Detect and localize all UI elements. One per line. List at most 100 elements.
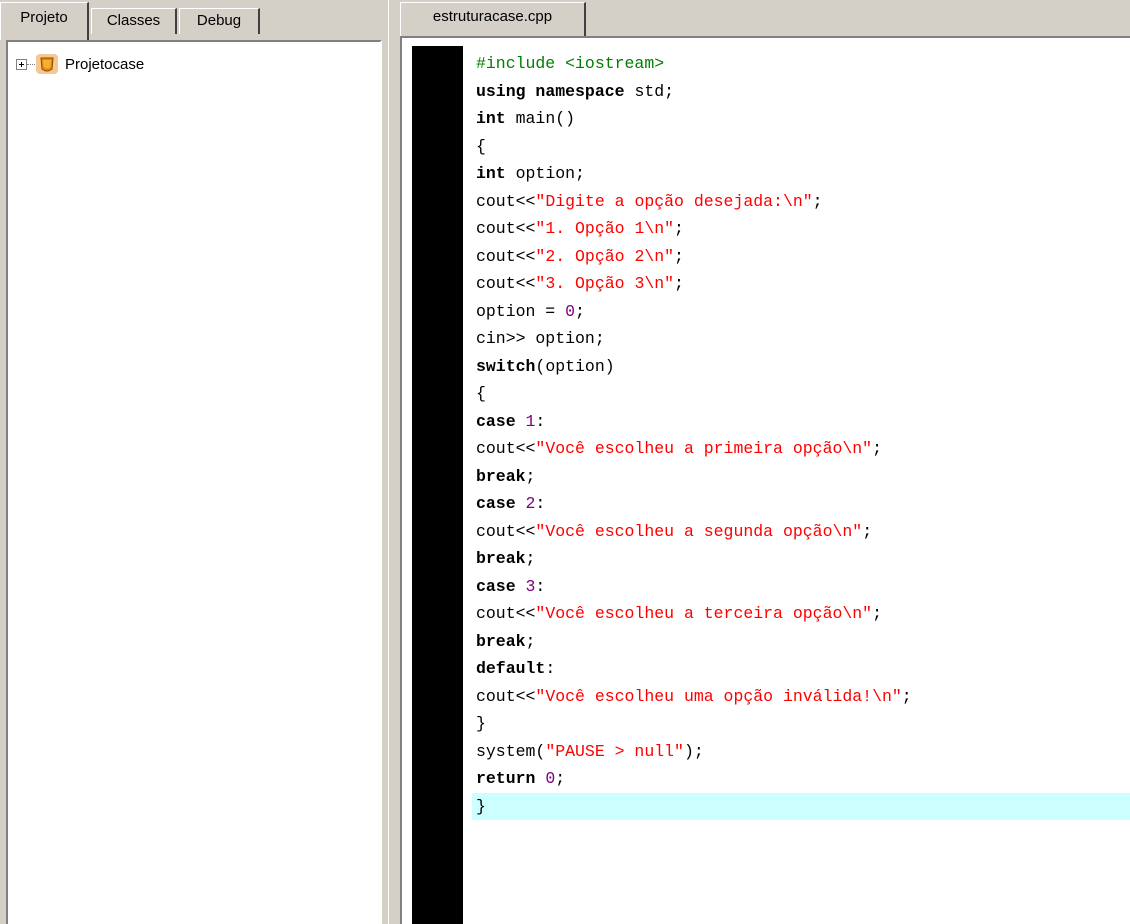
tab-debug[interactable]: Debug — [179, 8, 260, 34]
code-token: ; — [525, 549, 536, 568]
code-token: cout<< — [476, 274, 536, 293]
code-token: } — [476, 796, 486, 816]
tab-projeto[interactable]: Projeto — [0, 2, 89, 40]
code-line[interactable]: cout<<"Você escolheu a terceira opção\n"… — [472, 600, 1130, 628]
code-token: cout<< — [476, 191, 536, 211]
code-token: option = — [476, 301, 566, 321]
project-panel: Projeto Classes Debug Projetocase — [0, 0, 388, 924]
tree-node-label: Projetocase — [65, 55, 145, 73]
code-line[interactable]: int main() — [472, 105, 1130, 133]
code-token: ; — [674, 246, 684, 266]
code-token: ; — [872, 439, 882, 458]
code-line[interactable]: cin>> option; — [472, 325, 1130, 353]
code-line[interactable]: return 0; — [472, 765, 1130, 793]
code-token: : — [535, 411, 546, 431]
tab-classes[interactable]: Classes — [91, 8, 177, 34]
code-line[interactable]: cout<<"1. Opção 1\n"; — [472, 215, 1130, 243]
code-token: "1. Opção 1\n" — [535, 219, 675, 238]
code-token: : — [535, 576, 546, 596]
code-token: case — [476, 411, 516, 431]
code-line[interactable]: case 3: — [472, 573, 1130, 601]
code-token: ; — [674, 219, 684, 238]
code-token: "Você escolheu a primeira opção\n" — [535, 439, 873, 458]
editor-area: estruturacase.cpp #include <iostream> usi… — [398, 0, 1130, 924]
code-token: std; — [624, 81, 675, 101]
editor-gutter[interactable] — [412, 46, 463, 924]
code-token: "Você escolheu a terceira opção\n" — [535, 604, 873, 623]
code-token: ; — [872, 604, 882, 623]
plus-expander-icon[interactable] — [16, 58, 27, 70]
code-line[interactable]: case 1: — [472, 408, 1130, 436]
code-token: ; — [525, 631, 536, 651]
code-token: ; — [862, 521, 873, 541]
code-token: #include <iostream> — [476, 54, 665, 73]
code-line[interactable]: } — [472, 710, 1130, 738]
tab-estruturacase-cpp[interactable]: estruturacase.cpp — [400, 2, 586, 36]
code-token: ; — [575, 301, 585, 321]
code-token: 0 — [545, 769, 556, 788]
code-token: cout<< — [476, 521, 536, 541]
project-icon — [36, 54, 58, 74]
code-editor[interactable]: #include <iostream> using namespace std; i… — [400, 36, 1130, 924]
code-line[interactable]: system("PAUSE > null"); — [472, 738, 1130, 766]
code-line[interactable]: { — [472, 380, 1130, 408]
code-token: 2 — [525, 494, 536, 513]
code-token: cin>> option; — [476, 329, 605, 348]
code-token: ; — [674, 274, 684, 293]
code-token: cout<< — [476, 219, 536, 238]
code-token: main() — [505, 109, 576, 128]
code-line[interactable]: #include <iostream> — [472, 50, 1130, 78]
code-token: "3. Opção 3\n" — [535, 274, 675, 293]
code-token: cout<< — [476, 604, 536, 623]
panel-splitter[interactable] — [388, 0, 398, 924]
code-line[interactable]: switch(option) — [472, 353, 1130, 381]
code-token: option; — [505, 164, 585, 183]
code-token: cout<< — [476, 439, 536, 458]
tree-node-projetocase[interactable]: Projetocase — [16, 53, 144, 75]
code-line[interactable]: cout<<"2. Opção 2\n"; — [472, 243, 1130, 271]
code-token: ; — [901, 686, 912, 706]
code-line[interactable]: } — [472, 792, 1130, 820]
code-token: "PAUSE > null" — [545, 741, 684, 761]
code-token: int — [476, 109, 506, 128]
code-token: case — [476, 576, 516, 596]
code-line[interactable]: break; — [472, 628, 1130, 656]
code-token: default — [476, 659, 546, 678]
tree-connector — [27, 63, 35, 66]
code-token: (option) — [535, 356, 615, 376]
code-token: "Digite a opção desejada:\n" — [535, 191, 813, 211]
code-line[interactable]: cout<<"3. Opção 3\n"; — [472, 270, 1130, 298]
code-token: 0 — [565, 301, 576, 321]
code-token: 3 — [525, 576, 536, 596]
code-token: "Você escolheu a segunda opção\n" — [535, 521, 863, 541]
code-token: ); — [683, 741, 704, 761]
code-token: namespace — [535, 81, 625, 101]
code-token: switch — [476, 356, 536, 376]
code-line[interactable]: break; — [472, 463, 1130, 491]
code-token: system( — [476, 741, 546, 761]
code-line[interactable]: case 2: — [472, 490, 1130, 518]
code-token: ; — [525, 466, 536, 486]
code-token: { — [476, 136, 486, 156]
code-token: "2. Opção 2\n" — [535, 246, 675, 266]
code-line[interactable]: cout<<"Você escolheu uma opção inválida!… — [472, 683, 1130, 711]
code-line[interactable]: default: — [472, 655, 1130, 683]
code-line[interactable]: { — [472, 133, 1130, 161]
code-line[interactable]: cout<<"Você escolheu a segunda opção\n"; — [472, 518, 1130, 546]
code-token: return — [476, 769, 536, 788]
code-line[interactable]: int option; — [472, 160, 1130, 188]
code-line[interactable]: break; — [472, 545, 1130, 573]
code-line[interactable]: cout<<"Digite a opção desejada:\n"; — [472, 188, 1130, 216]
code-token: break — [476, 466, 526, 486]
code-line[interactable]: option = 0; — [472, 298, 1130, 326]
code-line[interactable]: using namespace std; — [472, 78, 1130, 106]
code-line[interactable]: cout<<"Você escolheu a primeira opção\n"… — [472, 435, 1130, 463]
code-lines[interactable]: #include <iostream> using namespace std; i… — [472, 50, 1130, 820]
code-token: cout<< — [476, 246, 536, 266]
code-token: using — [476, 81, 526, 101]
code-token: break — [476, 631, 526, 651]
